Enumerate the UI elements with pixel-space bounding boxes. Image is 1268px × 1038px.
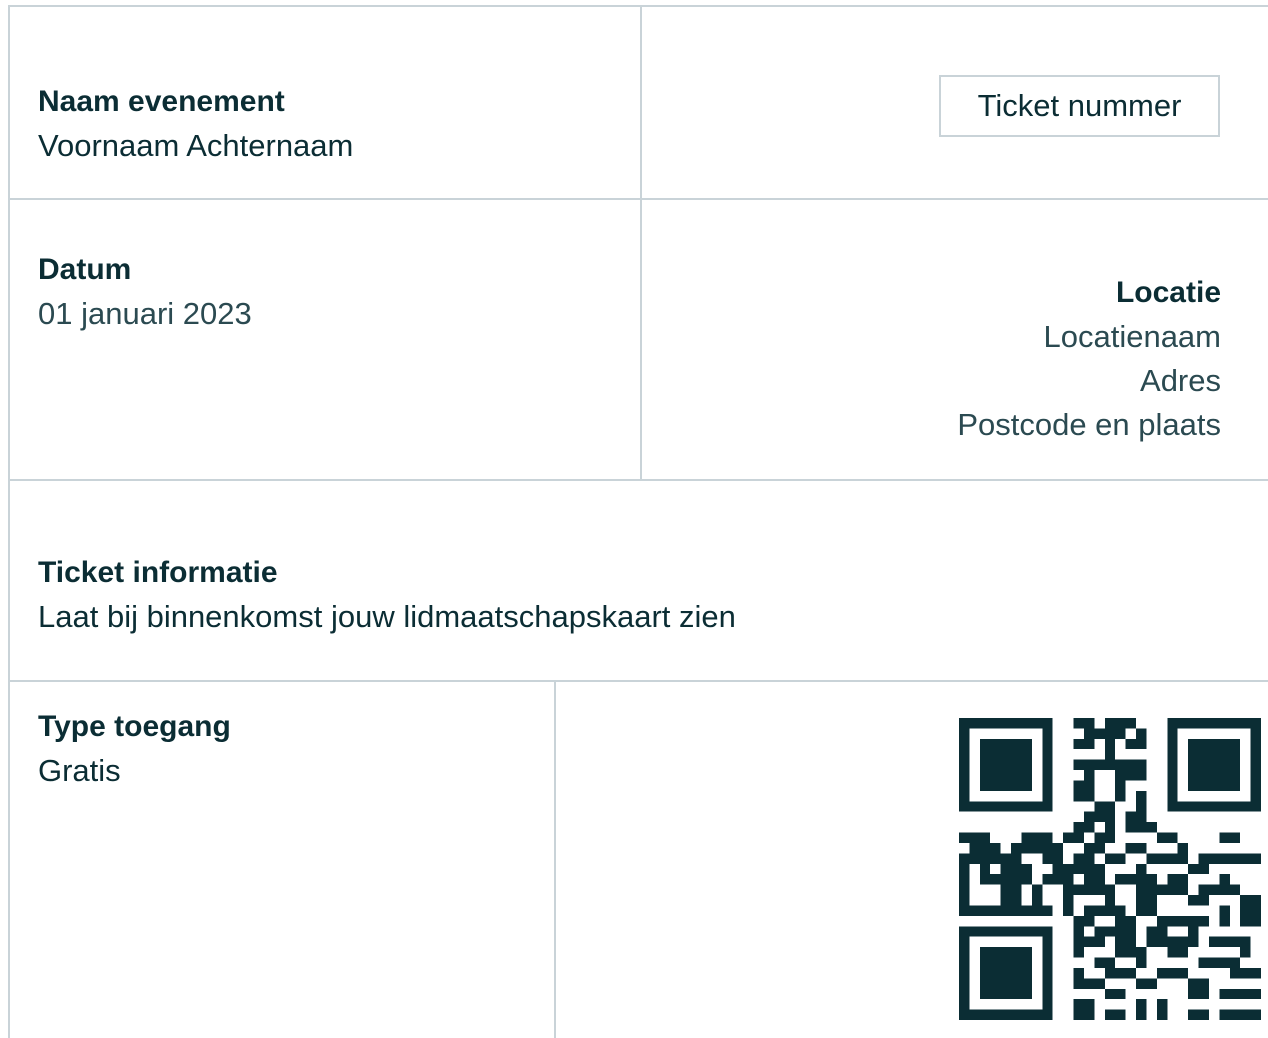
date-label: Datum [38,253,132,286]
qr-code [959,718,1261,1020]
divider-col-top [640,5,642,480]
event-name-label: Naam evenement [38,85,285,118]
location-address: Adres [1140,363,1221,398]
location-postal-city: Postcode en plaats [957,407,1221,442]
ticket-info-value: Laat bij binnenkomst jouw lidmaatschapsk… [38,599,736,634]
divider-col-bottom [554,680,556,1038]
divider-top [8,5,1268,7]
divider-row-3 [8,680,1268,682]
divider-left [8,5,10,1038]
event-section: Naam evenement Voornaam Achternaam [38,80,353,168]
divider-row-1 [8,198,1268,200]
location-section: Locatie Locatienaam Adres Postcode en pl… [957,271,1221,447]
ticket-info-section: Ticket informatie Laat bij binnenkomst j… [38,551,736,639]
divider-row-2 [8,479,1268,481]
ticket-number-button[interactable]: Ticket nummer [939,75,1220,137]
attendee-name: Voornaam Achternaam [38,128,354,163]
access-type-value: Gratis [38,753,121,788]
location-name: Locatienaam [1043,319,1221,354]
access-type-section: Type toegang Gratis [38,705,231,793]
location-label: Locatie [1115,276,1221,309]
date-value: 01 januari 2023 [38,296,252,331]
ticket-info-label: Ticket informatie [38,556,278,589]
date-section: Datum 01 januari 2023 [38,248,252,336]
access-type-label: Type toegang [38,710,231,743]
